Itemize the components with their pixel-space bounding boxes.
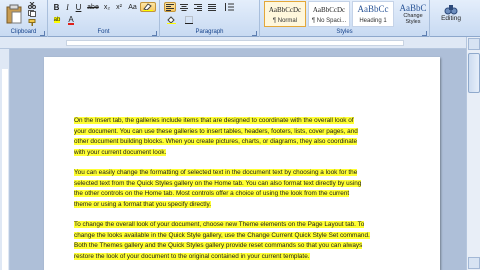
italic-button[interactable]: I bbox=[63, 2, 72, 12]
format-painter-button[interactable] bbox=[27, 18, 37, 26]
vertical-ruler[interactable] bbox=[0, 49, 10, 270]
justify-icon bbox=[208, 3, 216, 11]
text-highlight-button[interactable] bbox=[140, 2, 156, 12]
line-spacing-icon bbox=[225, 3, 234, 11]
align-right-button[interactable] bbox=[192, 2, 204, 12]
style-normal[interactable]: AaBbCcDc ¶ Normal bbox=[264, 1, 306, 27]
style-name: Heading 1 bbox=[359, 18, 387, 24]
align-right-icon bbox=[194, 3, 202, 11]
paste-icon bbox=[6, 4, 22, 24]
align-left-button[interactable] bbox=[164, 2, 176, 12]
style-name: ¶ No Spaci... bbox=[311, 18, 347, 24]
document-workspace: On the Insert tab, the galleries include… bbox=[10, 49, 466, 270]
shading-button[interactable] bbox=[164, 15, 178, 25]
vertical-scrollbar[interactable] bbox=[466, 37, 480, 270]
text-line: selected text from the Quick Styles gall… bbox=[74, 179, 362, 187]
borders-button[interactable] bbox=[182, 15, 196, 25]
text-line: Both the Themes gallery and the Quick St… bbox=[74, 242, 363, 250]
bold-button[interactable]: B bbox=[52, 2, 61, 12]
scroll-up-icon[interactable] bbox=[468, 38, 480, 50]
subscript-button[interactable]: x₂ bbox=[102, 2, 112, 12]
binoculars-icon bbox=[444, 4, 458, 14]
style-sample: AaBbCcDc bbox=[268, 6, 302, 14]
styles-launcher-icon[interactable] bbox=[422, 31, 427, 36]
scroll-down-icon[interactable] bbox=[468, 257, 480, 269]
copy-icon bbox=[28, 10, 36, 17]
text-effects-label: ab bbox=[53, 17, 61, 23]
text-line: On the Insert tab, the galleries include… bbox=[74, 117, 354, 124]
scroll-thumb[interactable] bbox=[468, 53, 480, 93]
text-effects-button[interactable]: ab bbox=[52, 15, 62, 25]
style-no-spacing[interactable]: AaBbCcDc ¶ No Spaci... bbox=[308, 1, 350, 27]
style-sample: AaBbCcDc bbox=[312, 6, 346, 14]
change-styles-label: Change Styles bbox=[403, 13, 423, 25]
document-page[interactable]: On the Insert tab, the galleries include… bbox=[44, 57, 440, 270]
cut-button[interactable] bbox=[27, 2, 37, 9]
text-line: To change the overall look of your docum… bbox=[74, 221, 365, 228]
paint-bucket-icon bbox=[166, 16, 176, 24]
strikethrough-button[interactable]: abe bbox=[86, 2, 100, 12]
paste-button[interactable] bbox=[4, 2, 24, 26]
ruler-text-area bbox=[2, 69, 8, 270]
paragraph-3[interactable]: To change the overall look of your docum… bbox=[74, 220, 410, 263]
border-icon bbox=[185, 16, 193, 24]
text-line: the other controls on the Home tab. Most… bbox=[74, 190, 350, 198]
font-launcher-icon[interactable] bbox=[152, 31, 157, 36]
text-line: your document. You can use these galleri… bbox=[74, 127, 358, 135]
change-styles-sample: AaBbC bbox=[399, 3, 427, 13]
paragraph-1[interactable]: On the Insert tab, the galleries include… bbox=[74, 116, 410, 159]
superscript-button[interactable]: x² bbox=[114, 2, 124, 12]
change-styles-button[interactable]: AaBbC Change Styles bbox=[397, 1, 429, 27]
align-center-button[interactable] bbox=[178, 2, 190, 12]
scissors-icon bbox=[28, 2, 36, 9]
highlighter-icon bbox=[143, 3, 153, 11]
font-color-label: A bbox=[68, 14, 74, 25]
text-line: with your current document look. bbox=[74, 149, 167, 157]
text-line: restore the look of your document to the… bbox=[74, 253, 310, 261]
align-center-icon bbox=[180, 3, 188, 11]
align-left-icon bbox=[166, 3, 174, 11]
font-color-button[interactable]: A bbox=[66, 15, 76, 25]
editing-button[interactable]: Editing bbox=[434, 1, 468, 23]
editing-group: Editing bbox=[430, 0, 480, 37]
justify-button[interactable] bbox=[206, 2, 218, 12]
copy-button[interactable] bbox=[27, 10, 37, 17]
font-group-label: Font bbox=[97, 29, 110, 35]
editing-label: Editing bbox=[441, 14, 461, 22]
styles-group-label: Styles bbox=[336, 29, 353, 35]
paragraph-2[interactable]: You can easily change the formatting of … bbox=[74, 168, 410, 211]
text-line: theme or using a format that you specify… bbox=[74, 201, 211, 209]
underline-button[interactable]: U bbox=[74, 2, 83, 12]
text-line: You can easily change the formatting of … bbox=[74, 169, 358, 176]
text-line: change the looks available in the Quick … bbox=[74, 231, 370, 239]
clipboard-group: Clipboard bbox=[0, 0, 48, 37]
ribbon: Clipboard B I U abe x₂ x² Aa ab A Font P… bbox=[0, 0, 480, 37]
text-line: other document building blocks. When you… bbox=[74, 138, 358, 146]
brush-icon bbox=[28, 18, 36, 26]
paragraph-launcher-icon[interactable] bbox=[252, 31, 257, 36]
styles-group: AaBbCcDc ¶ Normal AaBbCcDc ¶ No Spaci...… bbox=[260, 0, 430, 37]
style-name: ¶ Normal bbox=[272, 18, 298, 24]
paragraph-group-label: Paragraph bbox=[195, 29, 224, 35]
paragraph-group: Paragraph bbox=[160, 0, 260, 37]
style-sample: AaBbCc bbox=[357, 4, 389, 14]
font-group: B I U abe x₂ x² Aa ab A Font bbox=[48, 0, 160, 37]
clipboard-launcher-icon[interactable] bbox=[40, 31, 45, 36]
change-case-button[interactable]: Aa bbox=[126, 2, 139, 12]
horizontal-ruler[interactable] bbox=[0, 37, 480, 49]
style-heading-1[interactable]: AaBbCc Heading 1 bbox=[352, 1, 394, 27]
line-spacing-button[interactable] bbox=[222, 2, 236, 12]
ruler-text-area bbox=[66, 40, 404, 46]
